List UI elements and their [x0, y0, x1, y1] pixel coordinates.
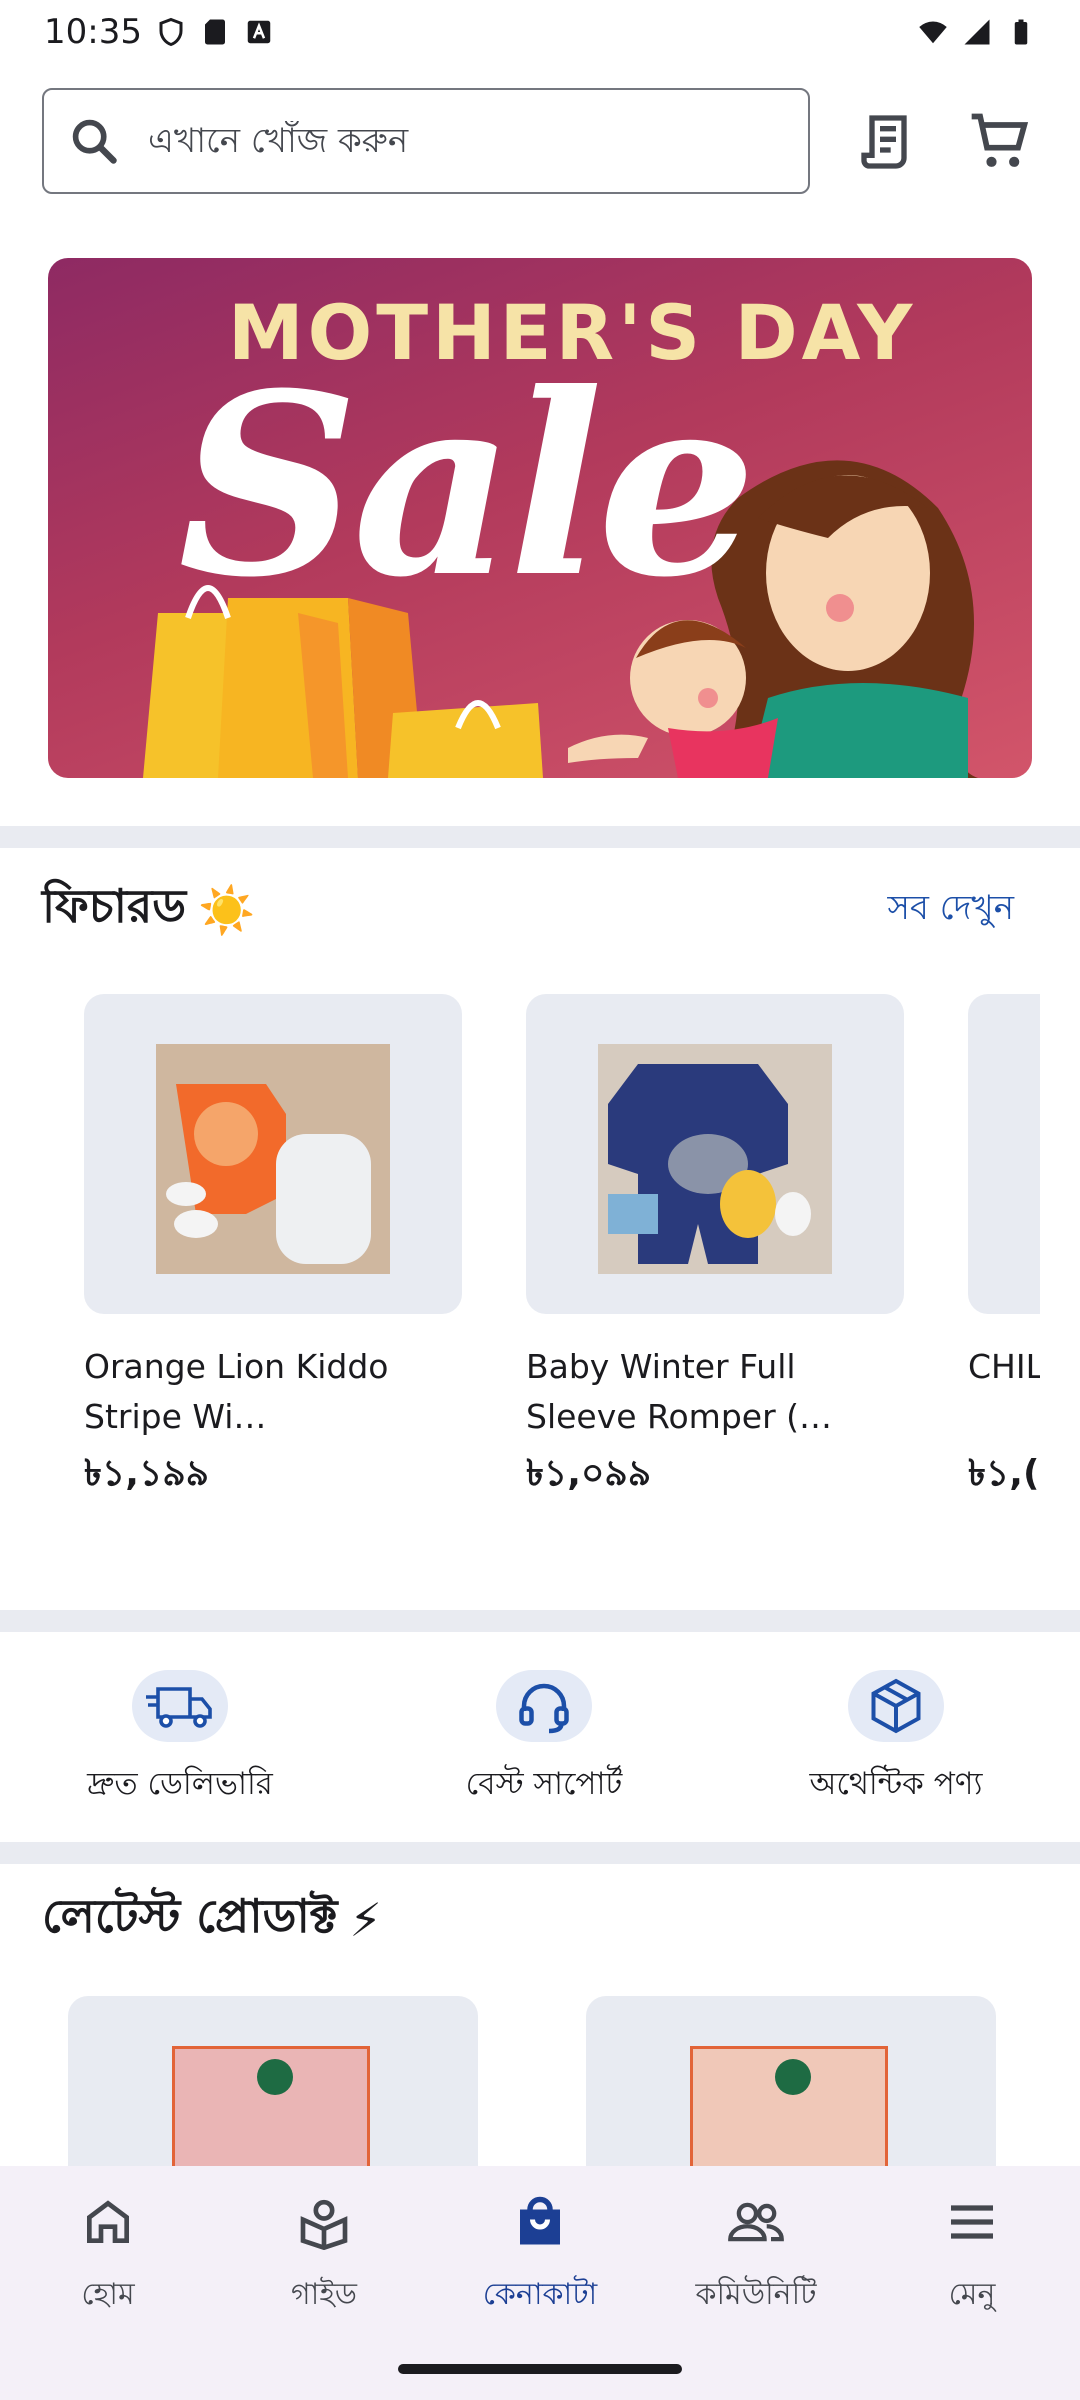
product-name: CHIL STOI: [968, 1347, 1040, 1386]
signal-icon: [964, 19, 990, 45]
product-image: [84, 994, 462, 1314]
nav-community[interactable]: কমিউনিটি: [648, 2192, 864, 2321]
feature-fast-delivery: দ্রুত ডেলিভারি: [30, 1670, 330, 1812]
status-bar: 10:35: [0, 0, 1080, 64]
delivery-truck-icon: [132, 1670, 228, 1742]
service-features: দ্রুত ডেলিভারি বেস্ট সাপোর্ট অথেন্টিক পণ…: [0, 1632, 1080, 1842]
guide-icon: [294, 2192, 354, 2252]
search-bar[interactable]: [42, 88, 810, 194]
nav-label: হোম: [81, 2277, 135, 2312]
banner-title-big: Sale: [178, 338, 757, 632]
feature-label: দ্রুত ডেলিভারি: [87, 1766, 273, 1802]
feature-authentic-product: অথেন্টিক পণ্য: [746, 1670, 1046, 1812]
menu-icon: [942, 2192, 1002, 2252]
sun-icon: ☀️: [198, 882, 256, 937]
cart-button[interactable]: [964, 106, 1036, 178]
nav-menu[interactable]: মেনু: [864, 2192, 1080, 2321]
product-card[interactable]: Orange Lion Kiddo Stripe Wi… ৳১,১৯৯: [84, 994, 462, 1506]
latest-product-photo: [690, 2046, 888, 2166]
lightning-icon: ⚡: [349, 1893, 382, 1947]
feature-label: বেস্ট সাপোর্ট: [465, 1766, 623, 1802]
wifi-icon: [919, 21, 947, 44]
latest-product-grid[interactable]: [0, 1996, 1080, 2166]
product-price: ৳১,(: [968, 1453, 1040, 1494]
latest-product-photo: [172, 2046, 370, 2166]
featured-header: ফিচারড ☀️ সব দেখুন: [42, 870, 1042, 950]
keyboard-a-icon: [247, 20, 271, 44]
top-bar: [0, 88, 1080, 198]
featured-product-rail[interactable]: Orange Lion Kiddo Stripe Wi… ৳১,১৯৯ Baby…: [84, 994, 1040, 1514]
product-card[interactable]: CHIL STOI ৳১,(: [968, 994, 1040, 1506]
product-card[interactable]: Baby Winter Full Sleeve Romper (… ৳১,০৯৯: [526, 994, 904, 1506]
package-box-icon: [848, 1670, 944, 1742]
order-list-button[interactable]: [852, 106, 924, 178]
cart-icon: [971, 113, 1029, 167]
latest-product-card[interactable]: [68, 1996, 478, 2166]
featured-title: ফিচারড: [42, 879, 187, 933]
nav-label: মেনু: [948, 2277, 996, 2312]
gesture-handle[interactable]: [398, 2364, 682, 2374]
feature-label: অথেন্টিক পণ্য: [809, 1766, 983, 1802]
section-divider: [0, 826, 1080, 848]
product-photo-romper: [598, 1044, 832, 1274]
product-price: ৳১,০৯৯: [526, 1453, 652, 1494]
feature-best-support: বেস্ট সাপোর্ট: [394, 1670, 694, 1812]
product-image: [968, 994, 1040, 1314]
nav-label: কমিউনিটি: [695, 2277, 817, 2312]
product-name: Baby Winter Full Sleeve Romper (…: [526, 1347, 833, 1436]
community-icon: [726, 2192, 786, 2252]
nav-label: কেনাকাটা: [482, 2277, 598, 2312]
sd-card-icon: [204, 19, 225, 45]
shopping-bag-icon: [510, 2192, 570, 2252]
product-price: ৳১,১৯৯: [84, 1453, 210, 1494]
search-input[interactable]: [148, 121, 748, 161]
receipt-icon: [861, 115, 907, 169]
product-image: [526, 994, 904, 1314]
latest-title: লেটেস্ট প্রোডাক্ট: [42, 1889, 338, 1943]
section-divider: [0, 1610, 1080, 1632]
section-divider: [0, 1842, 1080, 1864]
product-photo-lion: [156, 1044, 390, 1274]
home-icon: [78, 2192, 138, 2252]
promo-banner[interactable]: MOTHER'S DAY Sale: [48, 258, 1032, 778]
nav-guide[interactable]: গাইড: [216, 2192, 432, 2321]
nav-home[interactable]: হোম: [0, 2192, 216, 2321]
brand-logo: [257, 2059, 293, 2095]
see-all-link[interactable]: সব দেখুন: [888, 882, 1014, 939]
nav-label: গাইড: [290, 2277, 358, 2312]
latest-header: লেটেস্ট প্রোডাক্ট ⚡: [42, 1880, 1042, 1960]
brand-logo: [775, 2059, 811, 2095]
product-name: Orange Lion Kiddo Stripe Wi…: [84, 1347, 389, 1436]
headset-icon: [496, 1670, 592, 1742]
battery-icon: [1014, 19, 1028, 45]
search-icon: [72, 119, 117, 164]
nav-shopping[interactable]: কেনাকাটা: [432, 2192, 648, 2321]
status-time: 10:35: [44, 12, 142, 52]
shield-icon: [159, 17, 183, 47]
latest-product-card[interactable]: [586, 1996, 996, 2166]
